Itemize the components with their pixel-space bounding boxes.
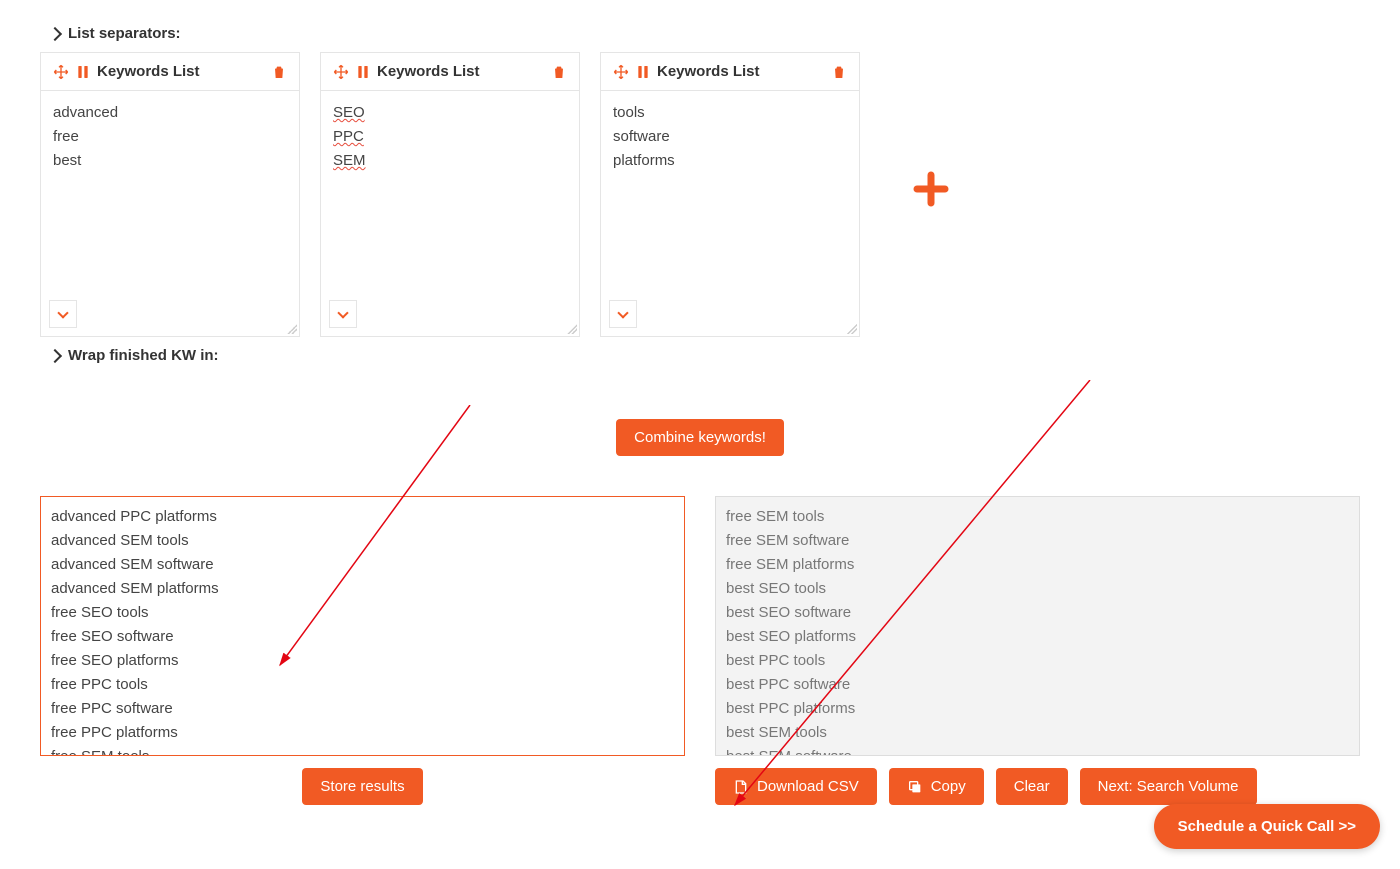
resize-handle[interactable] — [847, 324, 857, 334]
button-label: Download CSV — [757, 778, 859, 795]
trash-icon[interactable] — [551, 64, 567, 80]
trash-icon[interactable] — [271, 64, 287, 80]
chevron-right-icon — [48, 26, 62, 40]
keyword-card-body — [41, 91, 299, 336]
card-title: Keywords List — [97, 63, 265, 80]
keyword-textarea[interactable] — [321, 91, 579, 336]
section-label: List separators: — [68, 25, 181, 42]
keyword-textarea[interactable] — [41, 91, 299, 336]
download-csv-button[interactable]: Download CSV — [715, 768, 877, 805]
store-results-button[interactable]: Store results — [302, 768, 422, 805]
results-left-textarea[interactable] — [40, 496, 685, 756]
keyword-dropdown[interactable] — [609, 300, 637, 328]
chevron-down-icon — [57, 307, 68, 318]
combine-keywords-button[interactable]: Combine keywords! — [616, 419, 784, 456]
results-row: Store results Download CSV Copy Clear — [40, 496, 1360, 805]
keyword-dropdown[interactable] — [49, 300, 77, 328]
pause-icon[interactable] — [355, 64, 371, 80]
keyword-card-body — [601, 91, 859, 336]
resize-handle[interactable] — [287, 324, 297, 334]
button-label: Store results — [320, 778, 404, 795]
chevron-right-icon — [48, 348, 62, 362]
button-label: Clear — [1014, 778, 1050, 795]
pause-icon[interactable] — [635, 64, 651, 80]
section-list-separators[interactable]: List separators: — [40, 25, 1360, 42]
clear-button[interactable]: Clear — [996, 768, 1068, 805]
button-label: Copy — [931, 778, 966, 795]
keyword-lists-row: Keywords List Keywords List SEOPPCSEM Ke… — [40, 52, 1360, 337]
next-search-volume-button[interactable]: Next: Search Volume — [1080, 768, 1257, 805]
keyword-card-body: SEOPPCSEM — [321, 91, 579, 336]
chevron-down-icon — [337, 307, 348, 318]
resize-handle[interactable] — [567, 324, 577, 334]
pause-icon[interactable] — [75, 64, 91, 80]
add-list-button[interactable] — [910, 167, 952, 222]
schedule-call-button[interactable]: Schedule a Quick Call >> — [1154, 804, 1380, 849]
results-left-panel: Store results — [40, 496, 685, 805]
keyword-card: Keywords List — [600, 52, 860, 337]
keyword-dropdown[interactable] — [329, 300, 357, 328]
copy-button[interactable]: Copy — [889, 768, 984, 805]
chevron-down-icon — [617, 307, 628, 318]
section-label: Wrap finished KW in: — [68, 347, 219, 364]
button-label: Next: Search Volume — [1098, 778, 1239, 795]
keyword-card: Keywords List SEOPPCSEM — [320, 52, 580, 337]
keyword-card: Keywords List — [40, 52, 300, 337]
keyword-card-header: Keywords List — [601, 53, 859, 91]
keyword-card-header: Keywords List — [321, 53, 579, 91]
trash-icon[interactable] — [831, 64, 847, 80]
button-label: Schedule a Quick Call >> — [1178, 818, 1356, 835]
move-icon[interactable] — [53, 64, 69, 80]
button-label: Combine keywords! — [634, 429, 766, 446]
section-wrap-kw[interactable]: Wrap finished KW in: — [40, 347, 1360, 364]
card-title: Keywords List — [377, 63, 545, 80]
copy-icon — [907, 779, 923, 795]
results-right-panel: Download CSV Copy Clear Next: Search Vol… — [715, 496, 1360, 805]
results-right-textarea[interactable] — [715, 496, 1360, 756]
keyword-textarea[interactable] — [601, 91, 859, 336]
card-title: Keywords List — [657, 63, 825, 80]
keyword-card-header: Keywords List — [41, 53, 299, 91]
move-icon[interactable] — [333, 64, 349, 80]
download-icon — [733, 779, 749, 795]
move-icon[interactable] — [613, 64, 629, 80]
